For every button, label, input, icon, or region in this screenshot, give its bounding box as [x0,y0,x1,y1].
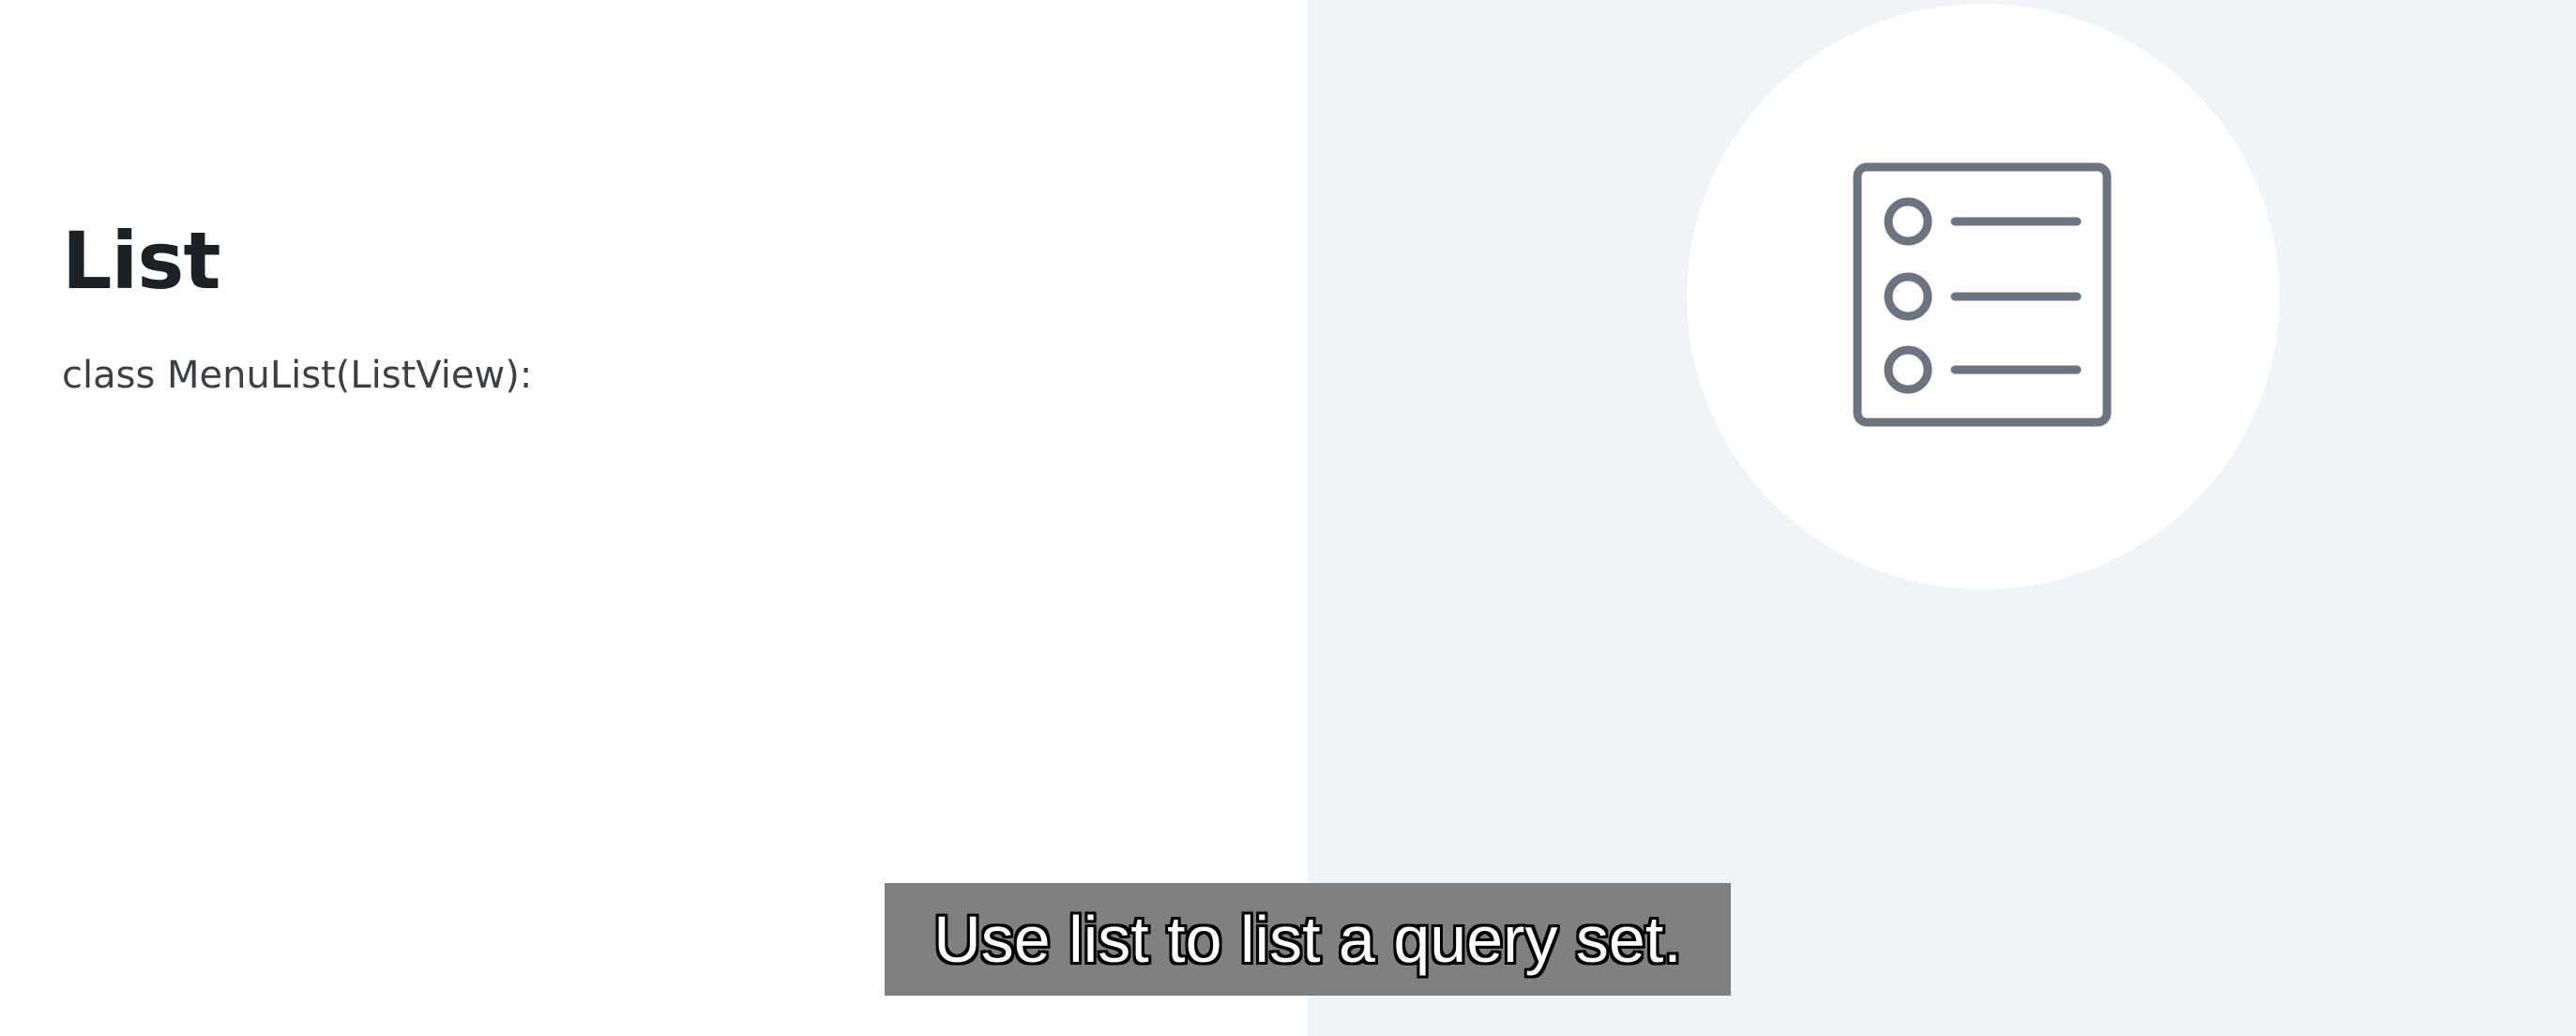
video-frame: List class MenuList(ListView): Use list … [0,0,2576,1036]
subtitle-text: Use list to list a query set. [933,903,1682,976]
subtitle-caption: Use list to list a query set. [885,883,1731,996]
code-snippet: class MenuList(ListView): [62,354,533,397]
list-icon [1853,162,2112,427]
slide-title: List [62,215,220,307]
slide-text-panel: List class MenuList(ListView): [0,0,1308,1036]
